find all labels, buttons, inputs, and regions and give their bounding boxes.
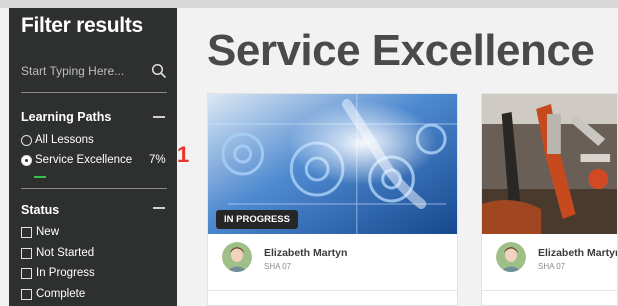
page-title: Service Excellence: [207, 26, 595, 75]
radio-icon[interactable]: [21, 134, 32, 146]
course-code: SHA 07: [538, 262, 566, 271]
app-frame: Filter results Learning Paths All Lesson…: [0, 0, 618, 306]
filter-sidebar: Filter results Learning Paths All Lesson…: [9, 8, 177, 306]
search-box[interactable]: [21, 61, 167, 93]
course-image[interactable]: [482, 94, 617, 234]
checkbox-not-started[interactable]: Not Started: [21, 247, 94, 259]
status-collapse-icon[interactable]: [153, 207, 165, 209]
card-divider: [482, 290, 617, 291]
author-name: Elizabeth Martyn: [264, 247, 348, 259]
status-badge: IN PROGRESS: [216, 210, 298, 229]
progress-underline: [34, 176, 46, 178]
checkbox-icon[interactable]: [21, 247, 32, 259]
radio-checked-icon[interactable]: [21, 154, 32, 166]
status-heading: Status: [21, 203, 60, 217]
radio-label: Service Excellence: [35, 154, 133, 166]
checkbox-icon[interactable]: [21, 288, 32, 300]
learning-paths-collapse-icon[interactable]: [153, 116, 165, 118]
learning-paths-heading: Learning Paths: [21, 110, 112, 124]
avatar: [496, 242, 526, 272]
checkbox-label: Not Started: [36, 247, 95, 259]
checkbox-new[interactable]: New: [21, 226, 59, 238]
checkbox-complete[interactable]: Complete: [21, 288, 85, 300]
course-card[interactable]: IN PROGRESS Elizabeth Martyn SHA 07: [207, 93, 458, 306]
author-name: Elizabeth Martyn: [538, 247, 618, 259]
search-icon[interactable]: [151, 63, 167, 79]
checkbox-label: New: [36, 226, 60, 238]
radio-service-excellence[interactable]: Service Excellence: [21, 154, 132, 166]
annotation-marker: 1: [177, 142, 190, 167]
progress-percent: 7%: [149, 154, 166, 166]
sidebar-title: Filter results: [21, 14, 143, 37]
course-code: SHA 07: [264, 262, 292, 271]
avatar: [222, 242, 252, 272]
radio-label: All Lessons: [35, 134, 94, 146]
search-input[interactable]: [21, 61, 145, 81]
checkbox-icon[interactable]: [21, 267, 32, 279]
card-divider: [208, 290, 457, 291]
checkbox-in-progress[interactable]: In Progress: [21, 267, 95, 279]
top-strip: [0, 0, 618, 8]
checkbox-label: Complete: [36, 288, 86, 300]
checkbox-label: In Progress: [36, 267, 95, 279]
radio-all-lessons[interactable]: All Lessons: [21, 134, 94, 146]
course-card[interactable]: Elizabeth Martyn SHA 07: [481, 93, 618, 306]
checkbox-icon[interactable]: [21, 226, 32, 238]
section-divider: [21, 188, 167, 189]
